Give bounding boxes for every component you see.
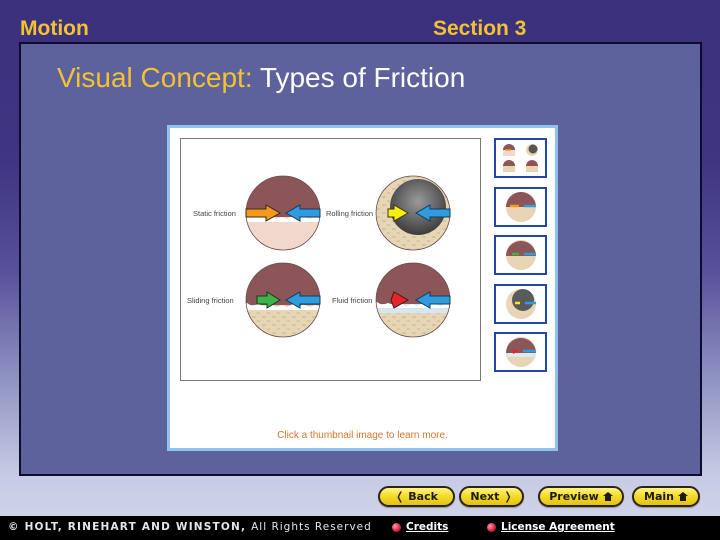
thumbnail-all-types[interactable]	[494, 138, 547, 178]
friction-diagram: Static friction Rolling friction Sliding…	[180, 138, 481, 381]
thumbnail-static-image	[506, 191, 536, 222]
visual-concept-frame: Static friction Rolling friction Sliding…	[167, 125, 558, 451]
chapter-title: Motion	[20, 17, 89, 40]
thumbnail-sliding-image	[506, 240, 536, 270]
thumbnail-all-types-image	[503, 144, 538, 172]
credits-link[interactable]: Credits	[392, 521, 448, 533]
home-icon	[602, 492, 613, 501]
content-panel: Visual Concept: Types of Friction Static…	[19, 42, 702, 476]
preview-button[interactable]: Preview	[538, 486, 624, 507]
next-label: Next	[470, 490, 500, 503]
license-agreement-link[interactable]: License Agreement	[487, 521, 615, 533]
back-label: Back	[408, 490, 438, 503]
bullet-icon	[487, 522, 496, 532]
thumbnail-rolling-image	[506, 288, 536, 319]
sliding-friction-illustration	[245, 262, 321, 338]
thumbnail-fluid-image	[506, 337, 536, 367]
label-static-friction: Static friction	[193, 209, 236, 218]
publisher-name: HOLT, RINEHART AND WINSTON,	[24, 521, 247, 533]
preview-label: Preview	[549, 490, 599, 503]
chevron-right-icon: ❭	[503, 490, 513, 503]
thumbnail-static[interactable]	[494, 186, 547, 227]
thumbnail-hint: Click a thumbnail image to learn more.	[277, 430, 448, 441]
slide-title: Visual Concept: Types of Friction	[57, 62, 465, 94]
credits-label: Credits	[406, 521, 449, 533]
chevron-left-icon: ❬	[395, 490, 405, 503]
section-title: Section 3	[433, 17, 527, 40]
label-sliding-friction: Sliding friction	[187, 296, 234, 305]
title-label: Visual Concept:	[57, 62, 253, 93]
main-label: Main	[644, 490, 674, 503]
bullet-icon	[392, 522, 401, 532]
copyright-symbol: ©	[8, 521, 20, 533]
thumbnail-list	[494, 138, 548, 381]
next-button[interactable]: Next ❭	[459, 486, 524, 507]
thumbnail-rolling[interactable]	[494, 283, 547, 324]
back-button[interactable]: ❬ Back	[378, 486, 455, 507]
fluid-friction-illustration	[375, 262, 451, 338]
static-friction-illustration	[245, 175, 321, 251]
label-fluid-friction: Fluid friction	[332, 296, 372, 305]
rights-text: All Rights Reserved	[251, 521, 372, 533]
home-icon	[677, 492, 688, 501]
friction-diagram-svg: Static friction Rolling friction Sliding…	[187, 175, 451, 338]
rolling-friction-illustration	[375, 175, 451, 251]
thumbnail-sliding[interactable]	[494, 235, 547, 275]
title-text: Types of Friction	[259, 62, 466, 93]
footer-bar: © HOLT, RINEHART AND WINSTON, All Rights…	[0, 516, 720, 540]
main-button[interactable]: Main	[632, 486, 700, 507]
label-rolling-friction: Rolling friction	[326, 209, 373, 218]
thumbnail-fluid[interactable]	[494, 332, 547, 372]
copyright: © HOLT, RINEHART AND WINSTON, All Rights…	[8, 521, 372, 533]
license-label: License Agreement	[501, 521, 615, 533]
